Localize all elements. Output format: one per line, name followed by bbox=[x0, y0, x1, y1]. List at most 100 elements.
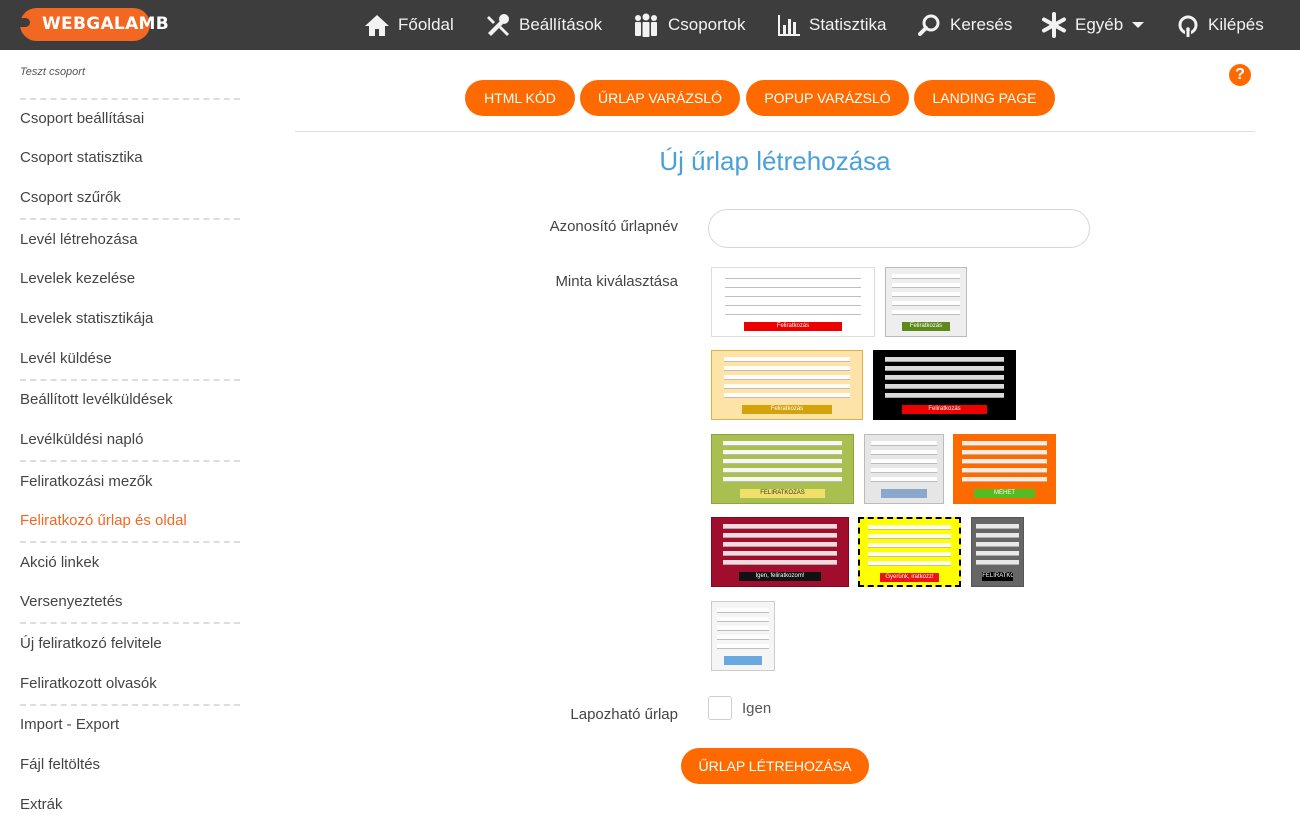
nav-groups-label: Csoportok bbox=[668, 15, 746, 34]
template-field-line bbox=[892, 283, 960, 288]
template-field-line bbox=[976, 560, 1019, 565]
nav-logout-label: Kilépés bbox=[1208, 15, 1264, 34]
template-submit-button bbox=[724, 656, 762, 665]
template-field-line bbox=[976, 542, 1019, 547]
template-field-line bbox=[976, 533, 1019, 538]
template-field-line bbox=[885, 357, 1004, 362]
sidebar-divider bbox=[20, 704, 240, 706]
template-field-line bbox=[724, 310, 862, 315]
template-field-line bbox=[892, 301, 960, 306]
divider bbox=[295, 131, 1255, 132]
sidebar-item-file-upload[interactable]: Fájl feltöltés bbox=[20, 756, 100, 773]
template-field-line bbox=[724, 301, 862, 306]
template-field-line bbox=[724, 292, 862, 297]
nav-other-dropdown[interactable]: Egyéb bbox=[1041, 0, 1155, 50]
template-field-line bbox=[724, 384, 850, 389]
sidebar-item-action-links[interactable]: Akció linkek bbox=[20, 554, 99, 571]
sidebar-item-group-settings[interactable]: Csoport beállításai bbox=[20, 110, 144, 127]
template-orange[interactable]: MEHET bbox=[953, 434, 1056, 504]
nav-settings[interactable]: Beállítások bbox=[485, 0, 602, 50]
paging-checkbox[interactable] bbox=[708, 696, 732, 720]
nav-home[interactable]: Főoldal bbox=[364, 0, 454, 50]
tab-landing-page[interactable]: LANDING PAGE bbox=[914, 80, 1055, 116]
template-submit-button: Feliratkozás bbox=[902, 405, 987, 414]
nav-search-label: Keresés bbox=[950, 15, 1013, 34]
template-field-line bbox=[716, 644, 770, 649]
sidebar-item-import-export[interactable]: Import - Export bbox=[20, 716, 119, 733]
template-white[interactable]: Feliratkozás bbox=[711, 267, 875, 337]
template-field-line bbox=[962, 459, 1047, 464]
power-icon bbox=[1178, 15, 1198, 37]
template-olive[interactable]: FELIRATKOZÁS bbox=[711, 434, 854, 504]
template-maroon[interactable]: Igen, feliratkozom! bbox=[711, 517, 849, 587]
nav-groups[interactable]: Csoportok bbox=[632, 0, 745, 50]
template-submit-button: FELIRATKOZÁS bbox=[740, 489, 825, 498]
template-field-line bbox=[976, 524, 1019, 529]
template-grey-green[interactable]: Feliratkozás bbox=[885, 267, 967, 337]
template-field-line bbox=[885, 393, 1004, 398]
sidebar-divider bbox=[20, 541, 240, 543]
template-submit-button: Feliratkozás bbox=[744, 322, 842, 331]
template-yellow[interactable]: Gyerünk, iratkozz! bbox=[858, 517, 961, 587]
help-icon[interactable]: ? bbox=[1229, 64, 1251, 86]
template-field-line bbox=[867, 525, 952, 530]
template-field-line bbox=[722, 533, 838, 538]
sidebar-divider bbox=[20, 379, 240, 381]
chevron-down-icon bbox=[1132, 22, 1145, 28]
template-field-line bbox=[871, 477, 937, 482]
home-icon bbox=[365, 15, 389, 36]
sidebar-item-competition[interactable]: Versenyeztetés bbox=[20, 593, 123, 610]
template-submit-button: MEHET bbox=[974, 489, 1035, 498]
template-submit-button: Feliratkozás bbox=[902, 322, 950, 331]
template-plain[interactable] bbox=[711, 601, 775, 671]
template-field-line bbox=[976, 551, 1019, 556]
nav-statistics[interactable]: Statisztika bbox=[777, 0, 886, 50]
sidebar-item-group-statistics[interactable]: Csoport statisztika bbox=[20, 149, 143, 166]
template-field-line bbox=[885, 375, 1004, 380]
template-field-line bbox=[716, 617, 770, 622]
sidebar-item-create-letter[interactable]: Levél létrehozása bbox=[20, 231, 138, 248]
tab-popup-wizard[interactable]: POPUP VARÁZSLÓ bbox=[746, 80, 909, 116]
sidebar-item-subscriber-form-page[interactable]: Feliratkozó űrlap és oldal bbox=[20, 512, 187, 529]
tab-html-code[interactable]: HTML KÓD bbox=[465, 80, 575, 116]
template-field-line bbox=[723, 450, 842, 455]
template-field-line bbox=[962, 477, 1047, 482]
sidebar-divider bbox=[20, 622, 240, 624]
nav-statistics-label: Statisztika bbox=[809, 15, 887, 34]
sidebar-item-new-subscriber[interactable]: Új feliratkozó felvitele bbox=[20, 635, 162, 652]
template-dark-grey[interactable]: FELIRATKOZÁS bbox=[971, 517, 1024, 587]
tab-form-wizard[interactable]: ŰRLAP VARÁZSLÓ bbox=[580, 80, 740, 116]
form-name-label: Azonosító űrlapnév bbox=[549, 218, 678, 235]
sidebar-item-letter-statistics[interactable]: Levelek statisztikája bbox=[20, 310, 153, 327]
nav-logout[interactable]: Kilépés bbox=[1176, 0, 1264, 50]
nav-settings-label: Beállítások bbox=[519, 15, 603, 34]
sidebar: Teszt csoport Csoport beállításai Csopor… bbox=[0, 50, 250, 828]
template-field-line bbox=[716, 626, 770, 631]
template-cream[interactable]: Feliratkozás bbox=[711, 350, 863, 420]
nav-home-label: Főoldal bbox=[398, 15, 454, 34]
template-field-line bbox=[867, 561, 952, 566]
sidebar-item-subscribed-readers[interactable]: Feliratkozott olvasók bbox=[20, 675, 157, 692]
sidebar-item-subscription-fields[interactable]: Feliratkozási mezők bbox=[20, 473, 153, 490]
sidebar-item-sending-log[interactable]: Levélküldési napló bbox=[20, 431, 143, 448]
form-name-input[interactable] bbox=[708, 209, 1090, 248]
template-black[interactable]: Feliratkozás bbox=[873, 350, 1016, 420]
template-field-line bbox=[867, 534, 952, 539]
sidebar-item-scheduled-sendings[interactable]: Beállított levélküldések bbox=[20, 391, 173, 408]
template-submit-button: Feliratkozás bbox=[742, 405, 832, 414]
template-light-grey[interactable] bbox=[864, 434, 944, 504]
create-form-button[interactable]: ŰRLAP LÉTREHOZÁSA bbox=[681, 748, 869, 784]
sidebar-item-group-filters[interactable]: Csoport szűrők bbox=[20, 189, 121, 206]
bar-chart-icon bbox=[778, 15, 800, 36]
sidebar-item-manage-letters[interactable]: Levelek kezelése bbox=[20, 270, 135, 287]
nav-search[interactable]: Keresés bbox=[918, 0, 1012, 50]
asterisk-icon bbox=[1042, 12, 1066, 38]
sidebar-item-extras[interactable]: Extrák bbox=[20, 796, 63, 813]
sidebar-item-send-letter[interactable]: Levél küldése bbox=[20, 350, 112, 367]
webgalamb-logo[interactable]: WEBGALAMB bbox=[16, 8, 169, 41]
template-submit-button: Gyerünk, iratkozz! bbox=[879, 573, 940, 582]
template-field-line bbox=[871, 459, 937, 464]
template-field-line bbox=[892, 274, 960, 279]
top-navigation-bar: WEBGALAMB Főoldal Beállítások Csoportok … bbox=[0, 0, 1300, 50]
template-field-line bbox=[722, 542, 838, 547]
